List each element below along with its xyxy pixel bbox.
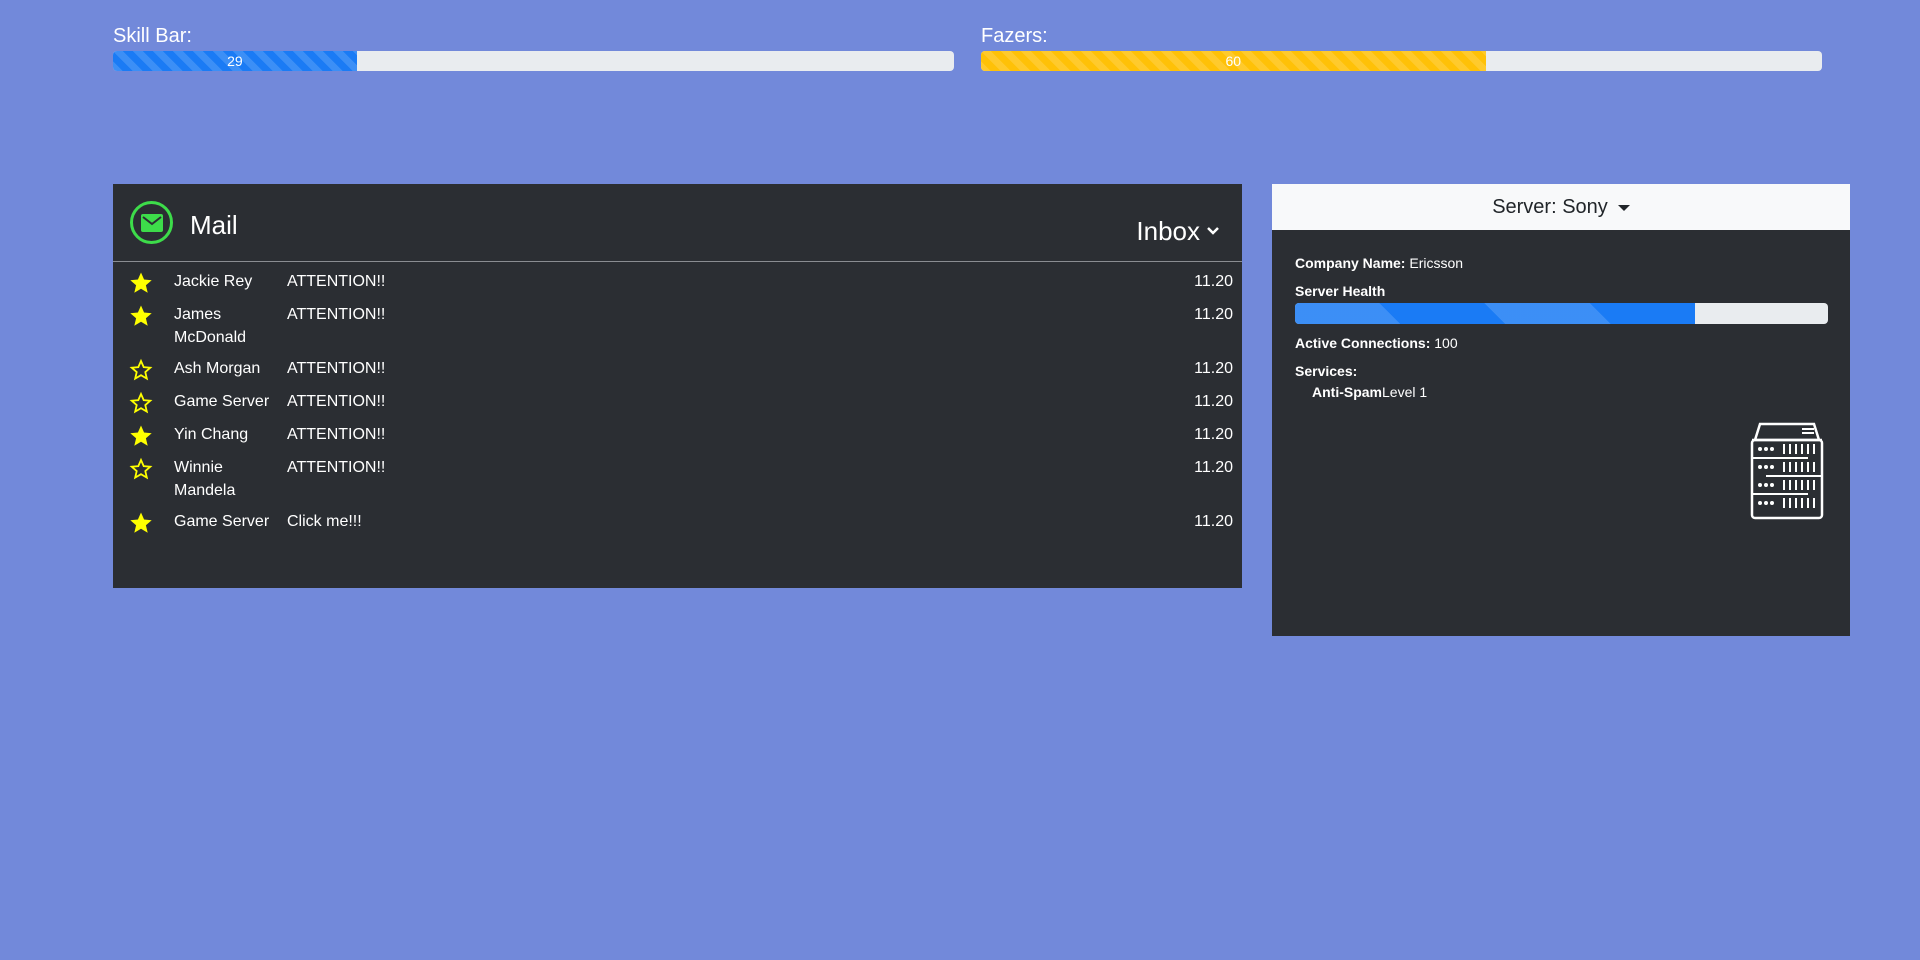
active-connections-row: Active Connections: 100 — [1295, 334, 1828, 352]
mail-time: 11.20 — [1194, 393, 1233, 410]
mail-time: 11.20 — [1194, 273, 1233, 290]
mail-subject: ATTENTION!! — [287, 459, 386, 476]
mail-sender: James McDonald — [174, 306, 247, 346]
mail-panel: Mail Inbox Jackie Rey ATTENTION!! 11.20 Jam… — [113, 184, 1242, 588]
chevron-down-icon — [1207, 227, 1219, 235]
star-outline-icon[interactable] — [113, 456, 174, 481]
services-label: Services: — [1295, 363, 1358, 379]
company-name-label: Company Name: — [1295, 255, 1406, 271]
star-outline-icon[interactable] — [113, 390, 174, 415]
mail-sender: Game Server — [174, 513, 270, 530]
mail-time: 11.20 — [1194, 513, 1233, 530]
server-rack-icon — [1750, 422, 1824, 525]
mail-row[interactable]: Ash Morgan ATTENTION!! 11.20 — [113, 353, 1242, 386]
mail-sender: Ash Morgan — [174, 360, 261, 377]
mail-subject: ATTENTION!! — [287, 273, 386, 290]
caret-down-icon — [1617, 205, 1630, 211]
star-filled-icon[interactable] — [113, 423, 174, 448]
mail-time: 11.20 — [1194, 459, 1233, 476]
mail-sender: Jackie Rey — [174, 273, 253, 290]
mail-title: Mail — [190, 210, 238, 240]
fazers-bar-track: 60 — [981, 51, 1822, 71]
mail-row[interactable]: Winnie Mandela ATTENTION!! 11.20 — [113, 452, 1242, 506]
mail-sender: Game Server — [174, 393, 270, 410]
mail-sender: Yin Chang — [174, 426, 249, 443]
fazers-bar-block: Fazers: 60 — [981, 24, 1822, 71]
mail-subject: Click me!!! — [287, 513, 362, 530]
skill-bar-fill: 29 — [113, 51, 357, 71]
active-connections-value: 100 — [1434, 335, 1458, 351]
star-filled-icon[interactable] — [113, 510, 174, 535]
server-health-track — [1295, 303, 1828, 324]
mail-time: 11.20 — [1194, 306, 1233, 323]
mail-row[interactable]: James McDonald ATTENTION!! 11.20 — [113, 299, 1242, 353]
inbox-dropdown-label: Inbox — [1136, 216, 1200, 246]
mail-sender: Winnie Mandela — [174, 459, 236, 499]
mail-subject: ATTENTION!! — [287, 360, 386, 377]
server-dropdown-label: Server: Sony — [1492, 195, 1608, 218]
service-name: Anti-Spam — [1312, 384, 1382, 400]
mail-row[interactable]: Game Server ATTENTION!! 11.20 — [113, 386, 1242, 419]
mail-header: Mail Inbox — [113, 184, 1242, 262]
service-item: Anti-SpamLevel 1 — [1295, 383, 1828, 401]
mail-subject: ATTENTION!! — [287, 393, 386, 410]
mail-row[interactable]: Jackie Rey ATTENTION!! 11.20 — [113, 266, 1242, 299]
mail-subject: ATTENTION!! — [287, 426, 386, 443]
fazers-bar-label: Fazers: — [981, 25, 1048, 47]
star-filled-icon[interactable] — [113, 270, 174, 295]
star-outline-icon[interactable] — [113, 357, 174, 382]
server-details: Company Name: Ericsson Server Health Act… — [1272, 230, 1850, 401]
skill-bar-track: 29 — [113, 51, 954, 71]
active-connections-label: Active Connections: — [1295, 335, 1431, 351]
mail-row[interactable]: Game Server Click me!!! 11.20 — [113, 506, 1242, 539]
mail-list: Jackie Rey ATTENTION!! 11.20 James McDonald… — [113, 262, 1242, 539]
mail-row[interactable]: Yin Chang ATTENTION!! 11.20 — [113, 419, 1242, 452]
mail-time: 11.20 — [1194, 426, 1233, 443]
inbox-dropdown[interactable]: Inbox — [1136, 216, 1220, 246]
server-health-label: Server Health — [1295, 283, 1386, 299]
company-name-value: Ericsson — [1409, 255, 1464, 271]
star-filled-icon[interactable] — [113, 303, 174, 328]
mail-subject: ATTENTION!! — [287, 306, 386, 323]
skill-bar-block: Skill Bar: 29 — [113, 24, 954, 71]
service-level: Level 1 — [1382, 384, 1428, 400]
skill-bar-label: Skill Bar: — [113, 25, 192, 47]
envelope-icon — [130, 201, 173, 244]
company-name-row: Company Name: Ericsson — [1295, 254, 1828, 272]
server-dropdown[interactable]: Server: Sony — [1272, 184, 1850, 230]
server-health-fill — [1295, 303, 1695, 324]
server-panel: Server: Sony Company Name: Ericsson Serv… — [1272, 184, 1850, 636]
mail-time: 11.20 — [1194, 360, 1233, 377]
fazers-bar-fill: 60 — [981, 51, 1486, 71]
